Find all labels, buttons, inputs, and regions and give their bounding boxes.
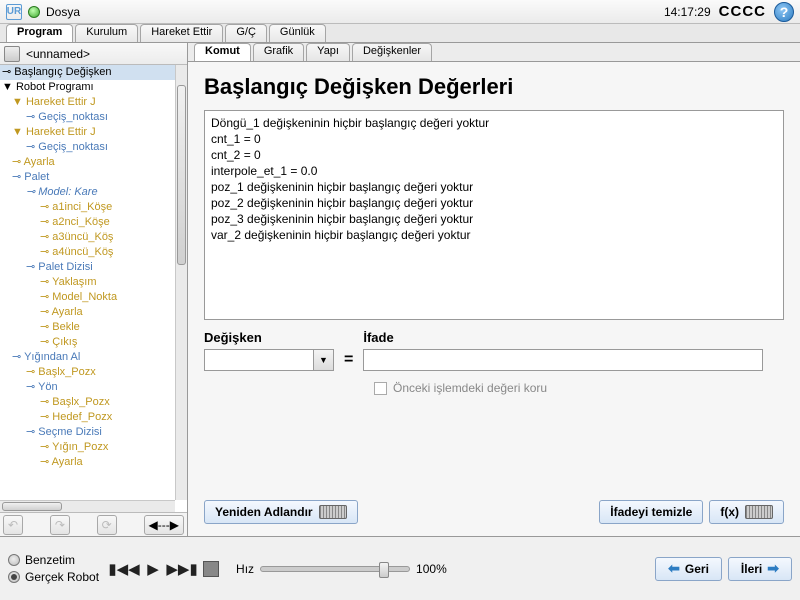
- variable-combo-input[interactable]: [204, 349, 314, 371]
- tree-node[interactable]: ⊸ a4üncü_Köş: [0, 245, 175, 260]
- sub-tabs: KomutGrafikYapıDeğişkenler: [188, 43, 800, 62]
- simulation-label: Benzetim: [25, 553, 75, 567]
- tree-scrollbar-horizontal[interactable]: [0, 500, 175, 512]
- back-button[interactable]: ⬅Geri: [655, 557, 722, 581]
- real-robot-label: Gerçek Robot: [25, 570, 99, 584]
- main-tab-kurulum[interactable]: Kurulum: [75, 24, 138, 42]
- simulation-radio[interactable]: [8, 554, 20, 566]
- tree-node[interactable]: ⊸ Ayarla: [0, 155, 175, 170]
- program-tree[interactable]: ⊸ Başlangıç Değişken▼ Robot Programı▼ Ha…: [0, 65, 175, 500]
- sub-tab-komut[interactable]: Komut: [194, 43, 251, 61]
- tree-node[interactable]: ⊸ Palet Dizisi: [0, 260, 175, 275]
- speed-label: Hız: [236, 562, 254, 576]
- tree-node[interactable]: ⊸ Çıkış: [0, 335, 175, 350]
- skip-fwd-button[interactable]: ▶▶▮: [169, 558, 195, 580]
- keep-previous-checkbox[interactable]: [374, 382, 387, 395]
- tree-node[interactable]: ⊸ a3üncü_Köş: [0, 230, 175, 245]
- main-tab-g/ç[interactable]: G/Ç: [225, 24, 267, 42]
- tree-node[interactable]: ⊸ Başlangıç Değişken: [0, 65, 175, 80]
- clear-expression-button[interactable]: İfadeyi temizle: [599, 500, 703, 524]
- cccc-label: CCCC: [719, 3, 766, 20]
- main-tab-günlük[interactable]: Günlük: [269, 24, 326, 42]
- equals-sign: =: [344, 351, 353, 371]
- real-robot-radio[interactable]: [8, 571, 20, 583]
- sub-tab-değişkenler[interactable]: Değişkenler: [352, 43, 432, 61]
- tree-node[interactable]: ▼ Hareket Ettir J: [0, 95, 175, 110]
- sub-tab-yapı[interactable]: Yapı: [306, 43, 350, 61]
- tree-node[interactable]: ⊸ Yaklaşım: [0, 275, 175, 290]
- tree-node[interactable]: ⊸ Ayarla: [0, 305, 175, 320]
- tree-node[interactable]: ⊸ Yığın_Pozx: [0, 440, 175, 455]
- tree-node[interactable]: ⊸ a2nci_Köşe: [0, 215, 175, 230]
- status-led-icon: [28, 6, 40, 18]
- fx-button[interactable]: f(x): [709, 500, 784, 524]
- tree-node[interactable]: ⊸ Seçme Dizisi: [0, 425, 175, 440]
- tree-node[interactable]: ⊸ a1inci_Köşe: [0, 200, 175, 215]
- main-tab-program[interactable]: Program: [6, 24, 73, 42]
- tree-node[interactable]: ⊸ Model_Nokta: [0, 290, 175, 305]
- bottom-bar: Benzetim Gerçek Robot ▮◀◀ ▶ ▶▶▮ Hız 100%…: [0, 536, 800, 600]
- tree-node[interactable]: ⊸ Yığından Al: [0, 350, 175, 365]
- file-menu[interactable]: Dosya: [46, 5, 80, 19]
- tree-node[interactable]: ⊸ Model: Kare: [0, 185, 175, 200]
- program-filename: <unnamed>: [26, 47, 90, 61]
- variable-label: Değişken: [204, 330, 334, 345]
- expression-input[interactable]: [363, 349, 763, 371]
- tree-node[interactable]: ⊸ Yön: [0, 380, 175, 395]
- tree-scrollbar-vertical[interactable]: [175, 65, 187, 500]
- help-icon[interactable]: ?: [774, 2, 794, 22]
- undo-button[interactable]: ↶: [3, 515, 23, 535]
- speed-slider[interactable]: [260, 566, 410, 572]
- main-tabs: ProgramKurulumHareket EttirG/ÇGünlük: [0, 24, 800, 42]
- tree-node[interactable]: ⊸ Bekle: [0, 320, 175, 335]
- tree-node[interactable]: ⊸ Palet: [0, 170, 175, 185]
- rename-button[interactable]: Yeniden Adlandır: [204, 500, 358, 524]
- tree-node[interactable]: ⊸ Ayarla: [0, 455, 175, 470]
- panel-title: Başlangıç Değişken Değerleri: [204, 74, 784, 100]
- keyboard-icon: [319, 505, 347, 519]
- tree-node[interactable]: ⊸ Geçiş_noktası: [0, 110, 175, 125]
- clock: 14:17:29: [664, 5, 711, 19]
- main-tab-hareket ettir[interactable]: Hareket Ettir: [140, 24, 223, 42]
- save-icon[interactable]: [4, 46, 20, 62]
- play-button[interactable]: ▶: [140, 558, 166, 580]
- move-node-control[interactable]: ◀---▶: [144, 515, 184, 535]
- tree-node[interactable]: ▼ Hareket Ettir J: [0, 125, 175, 140]
- sub-tab-grafik[interactable]: Grafik: [253, 43, 304, 61]
- keyboard-icon: [745, 505, 773, 519]
- speed-value: 100%: [416, 562, 447, 576]
- tree-node[interactable]: ⊸ Geçiş_noktası: [0, 140, 175, 155]
- redo-button[interactable]: ↷: [50, 515, 70, 535]
- tree-node[interactable]: ⊸ Başlx_Pozx: [0, 395, 175, 410]
- program-tree-panel: <unnamed> ⊸ Başlangıç Değişken▼ Robot Pr…: [0, 43, 188, 536]
- keep-previous-label: Önceki işlemdeki değeri koru: [393, 381, 547, 395]
- skip-back-button[interactable]: ▮◀◀: [111, 558, 137, 580]
- next-button[interactable]: İleri➡: [728, 557, 792, 581]
- tree-node[interactable]: ⊸ Başlx_Pozx: [0, 365, 175, 380]
- variable-combo-dropdown[interactable]: ▼: [314, 349, 334, 371]
- tree-node[interactable]: ⊸ Hedef_Pozx: [0, 410, 175, 425]
- stop-button[interactable]: [198, 558, 224, 580]
- tree-node[interactable]: ▼ Robot Programı: [0, 80, 175, 95]
- ur-logo-icon: UR: [6, 4, 22, 20]
- reload-button[interactable]: ⟳: [97, 515, 117, 535]
- init-values-area[interactable]: Döngü_1 değişkeninin hiçbir başlangıç de…: [204, 110, 784, 320]
- expression-label: İfade: [363, 330, 763, 345]
- top-menubar: UR Dosya 14:17:29 CCCC ?: [0, 0, 800, 24]
